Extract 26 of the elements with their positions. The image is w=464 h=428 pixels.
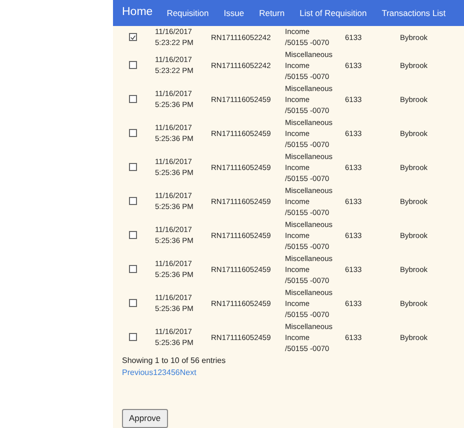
checkbox[interactable] <box>129 61 137 69</box>
checkbox[interactable] <box>129 265 137 273</box>
checkbox[interactable] <box>129 33 137 41</box>
nav-link[interactable]: Issue <box>224 6 244 20</box>
pagination-link[interactable]: 6 <box>175 367 180 379</box>
nav-link[interactable]: Transactions List <box>382 6 446 20</box>
checkbox[interactable] <box>129 333 137 341</box>
checkbox[interactable] <box>129 95 137 103</box>
pagination-link[interactable]: 5 <box>170 367 176 379</box>
checkbox[interactable] <box>129 197 137 205</box>
pagination-link[interactable]: 2 <box>158 367 162 379</box>
checkbox[interactable] <box>129 231 137 239</box>
checkbox[interactable] <box>129 129 137 137</box>
nav-link[interactable]: List of Requisition <box>300 6 367 20</box>
checkbox[interactable] <box>129 299 137 307</box>
checkbox[interactable] <box>129 163 137 171</box>
entries-info: Showing 1 to 10 of 56 entries <box>121 355 227 367</box>
nav-link[interactable]: Return <box>259 6 285 20</box>
pagination-link[interactable]: 1 <box>153 367 158 379</box>
pagination-link[interactable]: Next <box>180 367 196 379</box>
nav-link[interactable]: Requisition <box>166 6 209 20</box>
pagination-link[interactable]: 3 <box>162 367 166 379</box>
approve-button[interactable]: Approve <box>122 409 168 428</box>
pagination-link[interactable]: Previous <box>122 367 154 379</box>
pagination-link[interactable]: 4 <box>166 367 171 379</box>
home-link[interactable]: Home <box>122 4 153 22</box>
